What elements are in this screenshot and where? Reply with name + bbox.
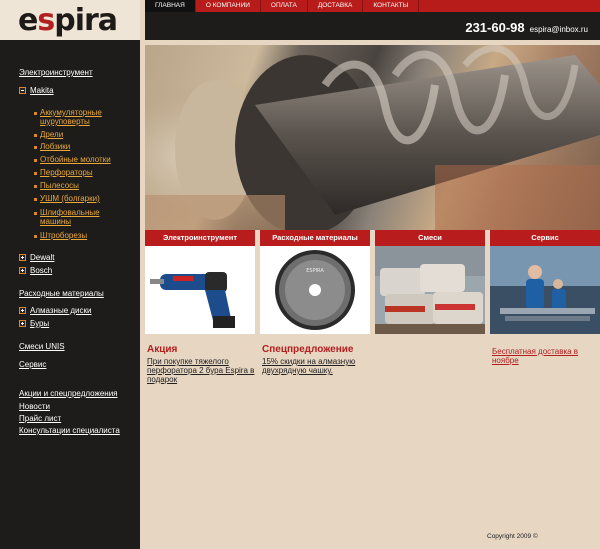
bullet-icon	[34, 235, 37, 238]
sidebar-link-promotions[interactable]: Акции и спецпредложения	[19, 389, 118, 398]
category-mixes[interactable]: Смеси	[375, 230, 485, 334]
sidebar-link-pricelist[interactable]: Прайс лист	[19, 414, 61, 423]
category-title[interactable]: Расходные материалы	[260, 230, 370, 246]
drill-bit-photo	[145, 45, 600, 230]
bullet-icon	[34, 212, 37, 215]
category-title[interactable]: Электроинструмент	[145, 230, 255, 246]
nav-payment[interactable]: оплата	[261, 0, 308, 12]
bullet-icon	[34, 172, 37, 175]
sidebar: Электроинструмент Makita Аккумуляторные …	[0, 40, 140, 549]
sidebar-subitem[interactable]: Аккумуляторные шуруповерты	[40, 108, 135, 126]
sidebar-link-makita[interactable]: Makita	[30, 86, 54, 95]
sidebar-subitem[interactable]: Отбойные молотки	[40, 155, 135, 164]
collapse-icon[interactable]	[19, 87, 26, 94]
category-title[interactable]: Сервис	[490, 230, 600, 246]
sidebar-link-bosch[interactable]: Bosch	[30, 266, 52, 275]
workshop-image[interactable]	[490, 246, 600, 334]
sidebar-subitem[interactable]: Перфораторы	[40, 168, 135, 177]
bullet-icon	[34, 112, 37, 115]
promo-special-title: Спецпредложение	[262, 344, 354, 355]
sidebar-link-diamond[interactable]: Алмазные диски	[30, 306, 91, 315]
sidebar-link-dewalt[interactable]: Dewalt	[30, 253, 54, 262]
bullet-icon	[34, 146, 37, 149]
promo-special-link[interactable]: 15% скидки на алмазную двухрядную чашку.	[262, 357, 372, 375]
sidebar-link-service[interactable]: Сервис	[19, 360, 46, 369]
bullet-icon	[34, 159, 37, 162]
sidebar-link-drills[interactable]: Буры	[30, 319, 49, 328]
sidebar-link-consultation[interactable]: Консультации специалиста	[19, 426, 120, 435]
cement-bags-image[interactable]	[375, 246, 485, 334]
email-address[interactable]: espira@inbox.ru	[530, 25, 588, 34]
logo-text: espira	[18, 2, 118, 38]
sidebar-link-consumables[interactable]: Расходные материалы	[19, 289, 104, 298]
expand-icon[interactable]	[19, 254, 26, 261]
bullet-icon	[34, 198, 37, 201]
sidebar-subitem[interactable]: Шлифовальные машины	[40, 208, 110, 226]
nav-contacts[interactable]: контакты	[363, 0, 420, 12]
sidebar-subitem[interactable]: Дрели	[40, 130, 135, 139]
category-consumables[interactable]: Расходные материалы ESPIRA	[260, 230, 370, 334]
category-electro[interactable]: Электроинструмент	[145, 230, 255, 334]
category-service[interactable]: Сервис	[490, 230, 600, 334]
diamond-disc-image[interactable]: ESPIRA	[260, 246, 370, 334]
sidebar-subitem[interactable]: Штроборезы	[40, 231, 135, 240]
sidebar-subitem[interactable]: УШМ (болгарки)	[40, 194, 135, 203]
sidebar-link-electro[interactable]: Электроинструмент	[19, 68, 93, 77]
expand-icon[interactable]	[19, 320, 26, 327]
sidebar-link-mixes[interactable]: Смеси UNIS	[19, 342, 65, 351]
sidebar-subitem[interactable]: Лобзики	[40, 142, 135, 151]
header-contacts: 231-60-98 espira@inbox.ru	[465, 20, 588, 35]
category-title[interactable]: Смеси	[375, 230, 485, 246]
bullet-icon	[34, 185, 37, 188]
top-bar: главная о компании оплата доставка конта…	[145, 0, 600, 40]
promo-action-title: Акция	[147, 344, 178, 355]
disc-brand-text: ESPIRA	[306, 268, 324, 274]
expand-icon[interactable]	[19, 307, 26, 314]
hero-image	[145, 45, 600, 230]
nav-home[interactable]: главная	[145, 0, 196, 12]
nav-about[interactable]: о компании	[196, 0, 261, 12]
promo-delivery-link[interactable]: Бесплатная доставка в ноябре	[492, 347, 592, 365]
nav-delivery[interactable]: доставка	[308, 0, 364, 12]
bullet-icon	[34, 134, 37, 137]
expand-icon[interactable]	[19, 267, 26, 274]
sidebar-subitem[interactable]: Пылесосы	[40, 181, 135, 190]
promo-action-link[interactable]: При покупке тяжелого перфоратора 2 бура …	[147, 357, 257, 384]
phone-number: 231-60-98	[465, 20, 525, 35]
sidebar-link-news[interactable]: Новости	[19, 402, 50, 411]
site-logo[interactable]: espira	[0, 0, 140, 40]
main-nav: главная о компании оплата доставка конта…	[145, 0, 600, 12]
copyright: Copyright 2009 ©	[487, 533, 538, 540]
screwdriver-image[interactable]	[145, 246, 255, 334]
